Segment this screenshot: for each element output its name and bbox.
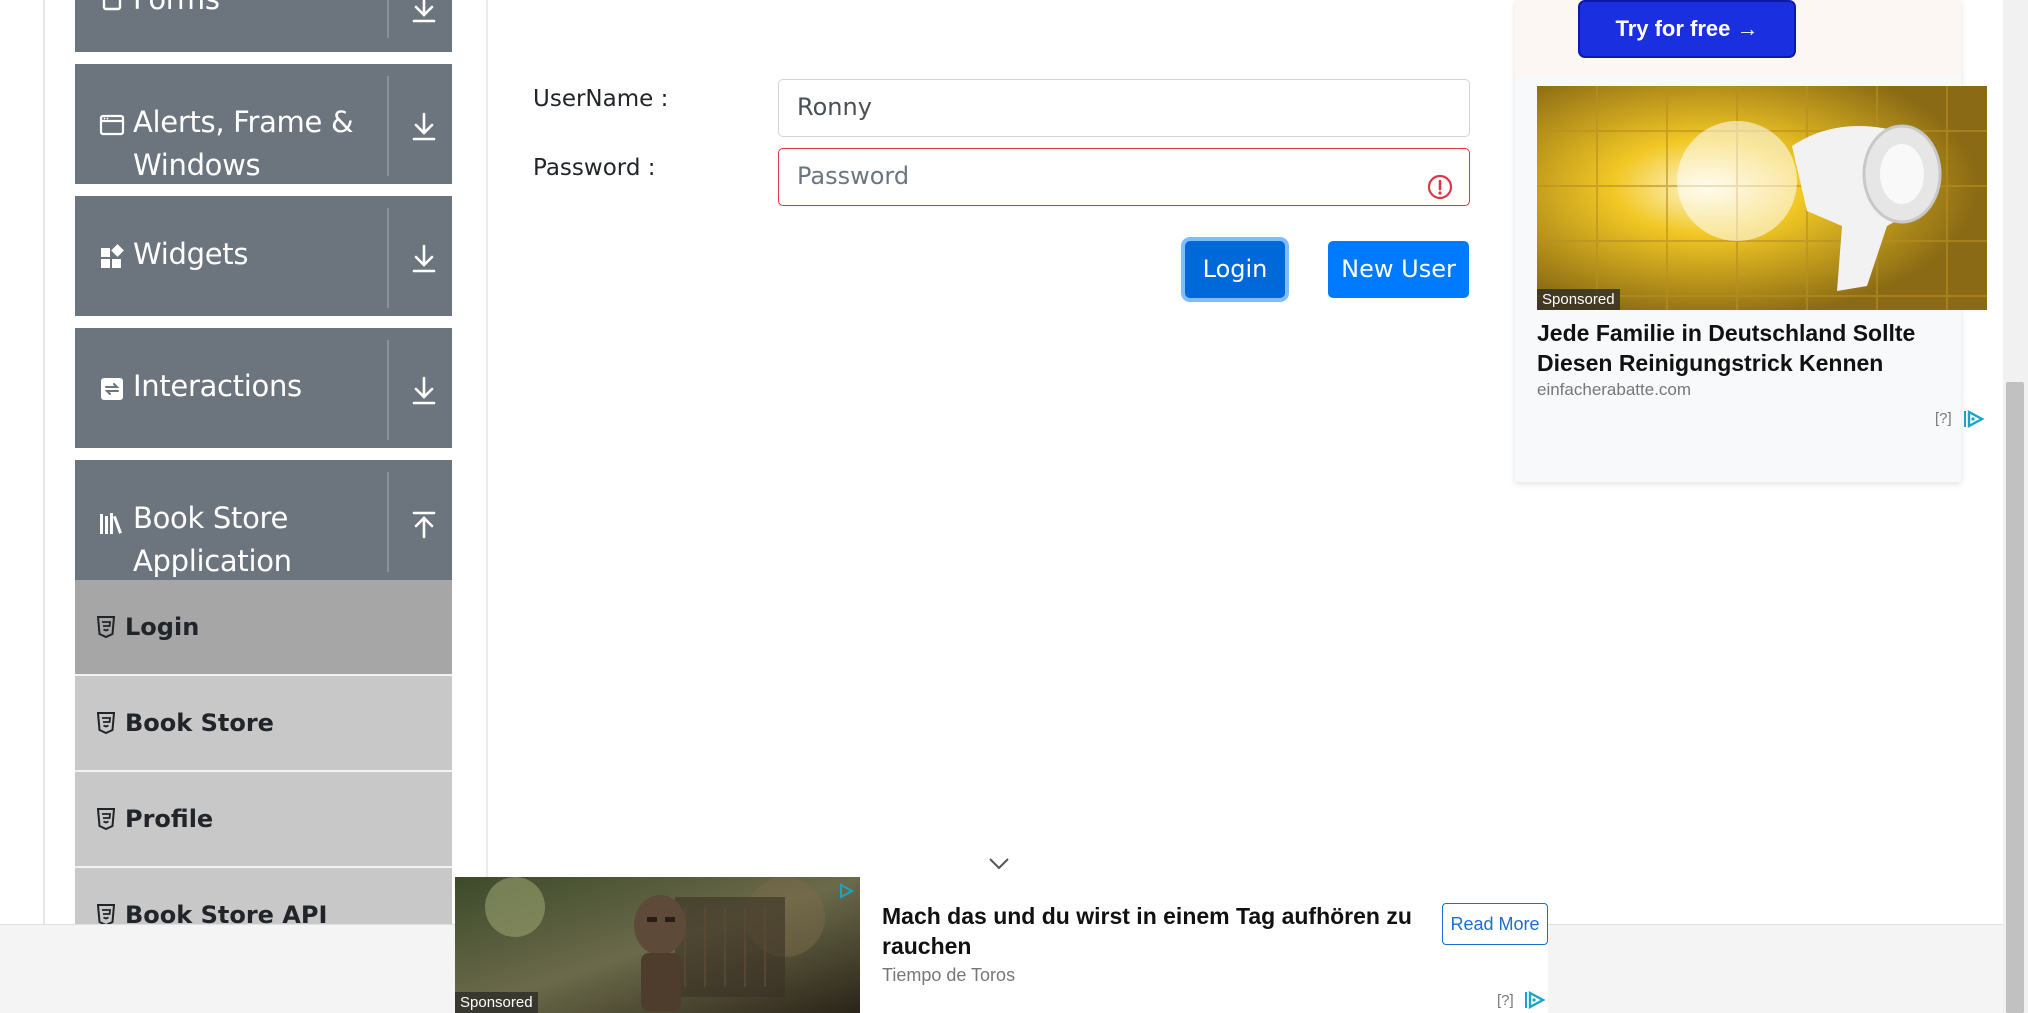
username-label: UserName : [533, 86, 669, 112]
login-button[interactable]: Login [1185, 241, 1285, 298]
group-separator [387, 208, 389, 308]
ad-domain[interactable]: Tiempo de Toros [882, 965, 1015, 986]
ad-image[interactable]: Sponsored [455, 877, 860, 1013]
html5-icon [96, 904, 116, 927]
content-divider [486, 0, 488, 925]
sidebar-group-interactions[interactable]: Interactions [75, 328, 452, 448]
sidebar-item-book-store[interactable]: Book Store [75, 676, 452, 772]
sidebar-group-label: Forms [133, 0, 393, 21]
interactions-icon [99, 376, 125, 402]
widgets-icon [99, 244, 125, 270]
html5-icon [96, 808, 116, 831]
error-icon [1427, 165, 1453, 200]
html5-icon [96, 616, 116, 639]
upload-arrow-icon[interactable] [411, 510, 437, 540]
ad-banner-top: Try for free → [1515, 0, 1961, 76]
sidebar-item-label: Profile [125, 805, 214, 833]
bottom-ad[interactable]: Sponsored Mach das und du wirst in einem… [455, 877, 1548, 1013]
username-input[interactable]: Ronny [778, 79, 1470, 137]
books-icon [99, 510, 125, 536]
sidebar-group-widgets[interactable]: Widgets [75, 196, 452, 316]
sidebar-item-login[interactable]: Login [75, 580, 452, 676]
sidebar-group-label: Book Store Application [133, 501, 292, 578]
try-for-free-button[interactable]: Try for free → [1578, 0, 1796, 58]
ad-title[interactable]: Jede Familie in Deutschland Sollte Diese… [1537, 318, 1977, 378]
sponsored-label: Sponsored [1537, 289, 1620, 310]
sidebar-group-label: Widgets [133, 237, 249, 271]
ad-image[interactable]: Sponsored [1537, 86, 1987, 310]
read-more-button[interactable]: Read More [1442, 903, 1548, 945]
ad-info-link[interactable]: [?] [1497, 992, 1514, 1009]
download-arrow-icon[interactable] [411, 112, 437, 142]
group-separator [387, 340, 389, 440]
right-ad[interactable]: Try for free → Sponsored Jede Familie in… [1515, 0, 1987, 482]
ad-domain[interactable]: einfacherabatte.com [1537, 380, 1691, 400]
sidebar-group-alerts[interactable]: Alerts, Frame & Windows [75, 64, 452, 184]
download-arrow-icon[interactable] [411, 0, 437, 24]
group-separator [387, 0, 389, 38]
sidebar-group-book-store-application[interactable]: Book Store Application [75, 460, 452, 580]
sponsored-label: Sponsored [455, 992, 538, 1013]
window-icon [99, 112, 125, 138]
page: Forms Alerts, Frame & Windows Widgets [0, 0, 2028, 1013]
password-label: Password : [533, 155, 656, 181]
password-input[interactable]: Password [778, 148, 1470, 206]
sidebar-group-label: Interactions [133, 369, 302, 403]
adchoices-icon[interactable] [1963, 409, 1985, 429]
sidebar-group-label: Alerts, Frame & Windows [133, 105, 354, 182]
forms-icon [99, 0, 125, 12]
chevron-down-icon[interactable] [988, 857, 1010, 871]
new-user-button[interactable]: New User [1328, 241, 1469, 298]
sidebar-item-label: Login [125, 613, 200, 641]
html5-icon [96, 712, 116, 735]
group-separator [387, 76, 389, 176]
adchoices-icon[interactable] [837, 883, 855, 899]
adchoices-icon[interactable] [1524, 990, 1546, 1010]
ad-info-link[interactable]: [?] [1935, 410, 1952, 427]
sidebar-item-profile[interactable]: Profile [75, 772, 452, 868]
password-placeholder: Password [797, 162, 910, 190]
download-arrow-icon[interactable] [411, 376, 437, 406]
download-arrow-icon[interactable] [411, 244, 437, 274]
group-separator [387, 472, 389, 572]
sidebar-item-label: Book Store [125, 709, 274, 737]
sidebar-group-forms[interactable]: Forms [75, 0, 452, 52]
ad-title[interactable]: Mach das und du wirst in einem Tag aufhö… [882, 901, 1442, 961]
scrollbar-thumb[interactable] [2006, 382, 2024, 1013]
left-border [43, 0, 45, 925]
